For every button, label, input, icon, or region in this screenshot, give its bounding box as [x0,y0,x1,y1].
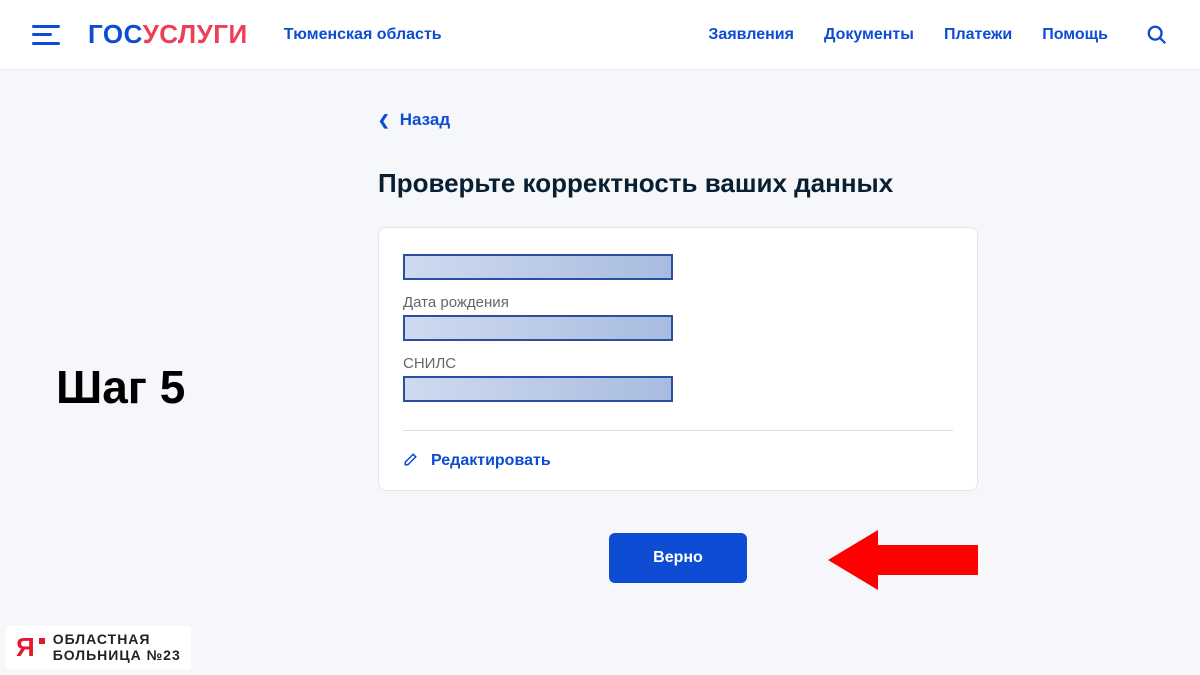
nav-payments[interactable]: Платежи [944,26,1012,44]
dob-value-redacted [403,315,673,341]
hospital-text: ОБЛАСТНАЯ БОЛЬНИЦА №23 [53,632,181,663]
back-label: Назад [400,110,450,130]
back-link[interactable]: ❮ Назад [378,110,978,130]
menu-icon[interactable] [32,25,60,45]
arrow-annotation [828,530,978,590]
name-value-redacted [403,254,673,280]
hospital-line2: БОЛЬНИЦА №23 [53,648,181,663]
page-title: Проверьте корректность ваших данных [378,168,978,199]
submit-row: Верно [378,533,978,583]
main-column: ❮ Назад Проверьте корректность ваших дан… [378,70,978,583]
site-logo[interactable]: госуслуги [88,19,248,50]
data-card: Дата рождения СНИЛС Редактировать [378,227,978,491]
edit-label: Редактировать [431,452,551,470]
hospital-line1: ОБЛАСТНАЯ [53,632,181,647]
chevron-left-icon: ❮ [378,112,390,129]
hospital-mark: Я [16,632,45,663]
step-annotation: Шаг 5 [56,360,185,414]
nav-applications[interactable]: Заявления [708,26,794,44]
edit-link[interactable]: Редактировать [379,449,977,472]
confirm-button[interactable]: Верно [609,533,747,583]
header-nav: Заявления Документы Платежи Помощь [708,24,1168,46]
content: Шаг 5 ❮ Назад Проверьте корректность ваш… [0,70,1200,583]
logo-part-2: услуги [143,19,248,49]
card-divider [403,430,953,431]
hospital-logo: Я ОБЛАСТНАЯ БОЛЬНИЦА №23 [6,626,191,669]
snils-value-redacted [403,376,673,402]
pencil-icon [403,449,421,472]
dob-label: Дата рождения [403,294,953,311]
region-selector[interactable]: Тюменская область [284,26,442,44]
logo-part-1: гос [88,19,143,49]
nav-help[interactable]: Помощь [1042,26,1108,44]
header-bar: госуслуги Тюменская область Заявления До… [0,0,1200,70]
search-icon[interactable] [1146,24,1168,46]
nav-documents[interactable]: Документы [824,26,914,44]
snils-label: СНИЛС [403,355,953,372]
